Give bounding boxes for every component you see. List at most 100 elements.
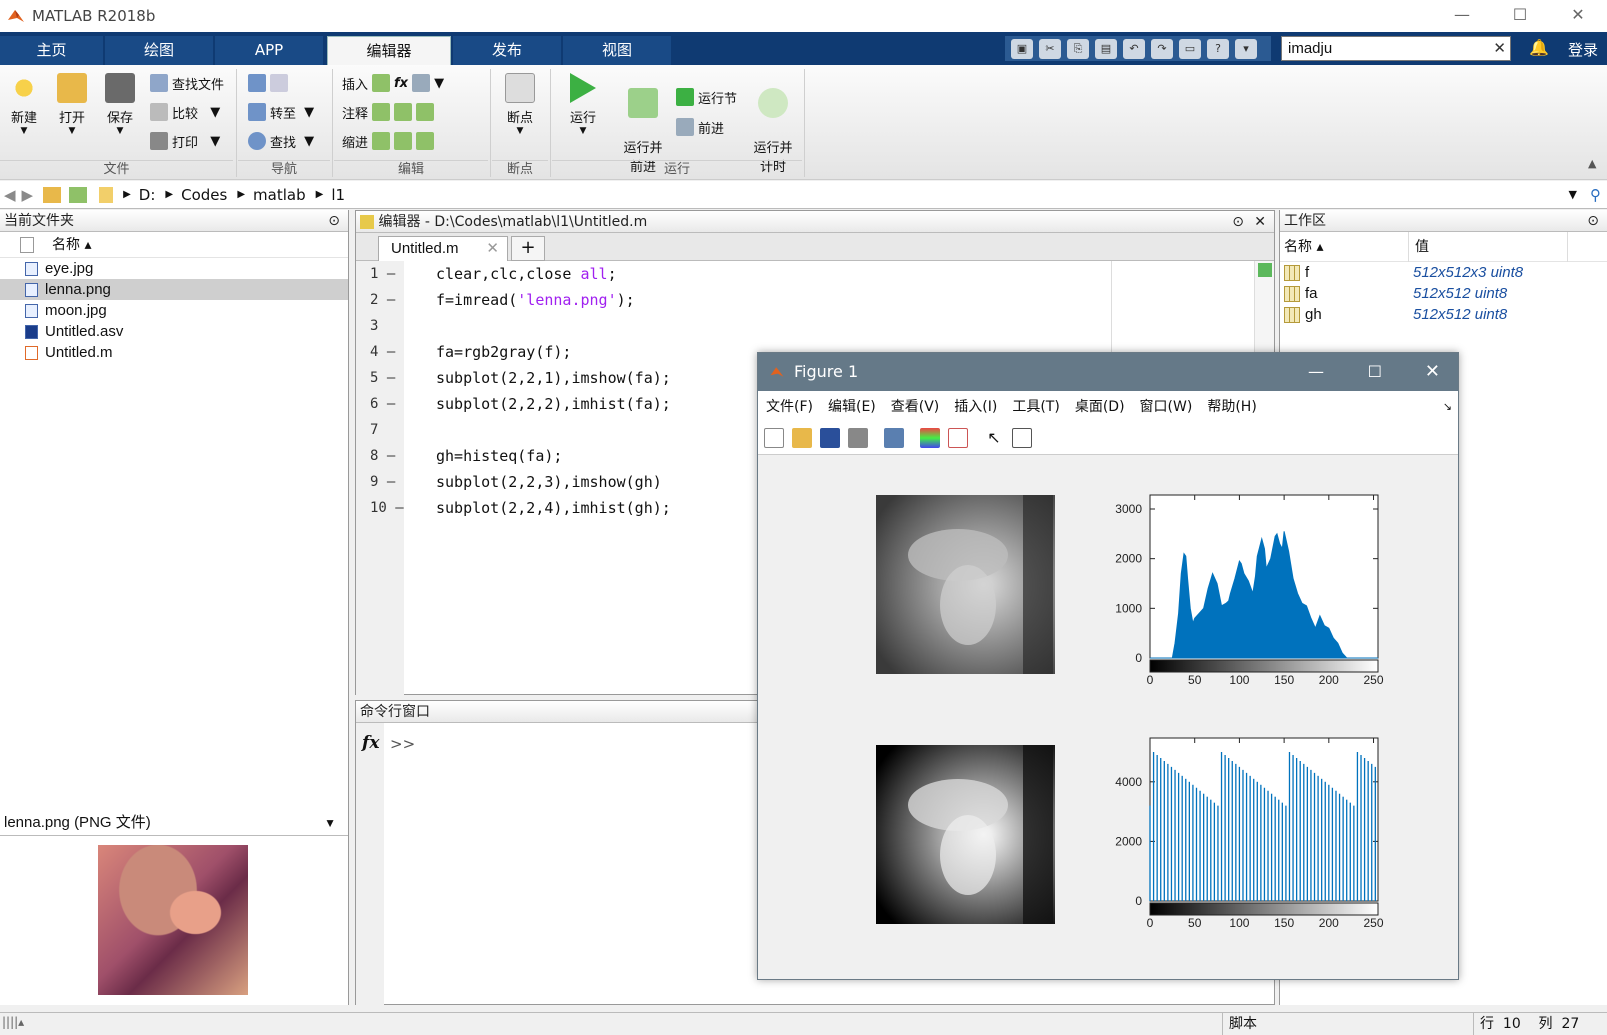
line-number[interactable]: 7 [356,417,404,443]
tab-view[interactable]: 视图 [563,36,671,65]
new-tab-button[interactable]: + [511,236,545,261]
code-line[interactable]: fa=rgb2gray(f); [436,339,671,365]
maximize-icon[interactable]: ☐ [1491,0,1549,32]
list-item[interactable]: eye.jpg [0,258,348,279]
code-line[interactable] [436,313,671,339]
line-number[interactable]: 3 [356,313,404,339]
link-plot-icon[interactable] [884,427,904,448]
browse-folder-icon[interactable] [69,186,88,203]
menu-edit[interactable]: 编辑(E) [828,396,876,416]
cut-icon[interactable]: ✂ [1039,38,1061,59]
line-number[interactable]: 5 — [356,365,404,391]
menu-view[interactable]: 查看(V) [891,396,940,416]
code-line[interactable]: gh=histeq(fa); [436,443,671,469]
column-header-value[interactable]: 值 [1408,232,1429,262]
list-item[interactable]: lenna.png [0,279,348,300]
menu-desktop[interactable]: 桌面(D) [1075,396,1125,416]
back-forward-buttons[interactable] [248,71,288,95]
column-header-name[interactable]: 名称 ▴ [0,232,348,258]
property-editor-icon[interactable] [1012,427,1032,448]
code-line[interactable]: subplot(2,2,1),imshow(fa); [436,365,671,391]
open-file-icon[interactable] [792,427,812,448]
column-header-name[interactable]: 名称 ▴ [1284,232,1323,262]
insert-button[interactable]: 插入 fx ▼ [342,71,444,95]
list-item[interactable]: Untitled.asv [0,321,348,342]
tab-apps[interactable]: APP [215,36,323,65]
line-number[interactable]: 1 — [356,261,404,287]
code-line[interactable]: subplot(2,2,3),imshow(gh) [436,469,671,495]
dropdown-icon[interactable]: ▾ [1235,38,1257,59]
search-folder-icon[interactable]: ⚲ [1590,186,1601,204]
save-icon[interactable]: ▣ [1011,38,1033,59]
tab-publish[interactable]: 发布 [453,36,561,65]
close-editor-icon[interactable]: ✕ [1254,211,1266,233]
editor-file-tab[interactable]: Untitled.m ✕ [378,236,508,261]
list-item[interactable]: moon.jpg [0,300,348,321]
menu-insert[interactable]: 插入(I) [954,396,997,416]
dock-arrow-icon[interactable]: ↘ [1443,400,1452,413]
clear-search-icon[interactable]: ✕ [1493,37,1506,60]
menu-tools[interactable]: 工具(T) [1012,396,1059,416]
run-button[interactable]: 运行 ▼ [563,73,603,136]
panel-menu-icon[interactable]: ⊙ [1587,210,1599,232]
legend-icon[interactable] [948,427,968,448]
fx-icon[interactable]: fx [362,733,379,753]
line-number[interactable]: 6 — [356,391,404,417]
panel-menu-icon[interactable]: ⊙ [328,210,340,232]
save-button[interactable]: 保存 ▼ [102,73,138,136]
back-icon[interactable]: ◀ [4,186,16,204]
list-item[interactable]: Untitled.m [0,342,348,363]
arrow-cursor-icon[interactable]: ↖ [984,428,1004,448]
menu-help[interactable]: 帮助(H) [1207,396,1256,416]
path-segment[interactable]: matlab [253,186,306,204]
line-number[interactable]: 8 — [356,443,404,469]
code-line[interactable] [436,417,671,443]
close-icon[interactable]: ✕ [1425,353,1440,391]
bell-icon[interactable]: 🔔 [1529,38,1549,57]
search-documentation-input[interactable]: imadju ✕ [1281,36,1511,61]
forward-icon[interactable]: ▶ [22,186,34,204]
path-dropdown-icon[interactable]: ▼ [1569,188,1577,201]
variable-row[interactable]: f 512x512x3 uint8 [1280,262,1607,283]
paste-icon[interactable]: ▤ [1095,38,1117,59]
code-line[interactable]: subplot(2,2,2),imhist(fa); [436,391,671,417]
panel-menu-icon[interactable]: ⊙ [1232,211,1244,233]
line-number[interactable]: 2 — [356,287,404,313]
code-line[interactable]: clear,clc,close all; [436,261,671,287]
print-figure-icon[interactable] [848,427,868,448]
minimize-icon[interactable]: — [1308,353,1324,391]
colorbar-icon[interactable] [920,427,940,448]
find-files-button[interactable]: 查找文件 [150,71,224,95]
new-button[interactable]: 新建 ▼ [6,73,42,136]
undo-icon[interactable]: ↶ [1123,38,1145,59]
tab-home[interactable]: 主页 [0,36,103,65]
tab-editor[interactable]: 编辑器 [327,36,451,65]
comment-button[interactable]: 注释 [342,100,435,124]
code-line[interactable]: f=imread('lenna.png'); [436,287,671,313]
maximize-icon[interactable]: ☐ [1368,353,1382,391]
chevron-down-icon[interactable]: ▼ [324,810,336,836]
up-folder-icon[interactable] [43,186,62,203]
menu-file[interactable]: 文件(F) [766,396,813,416]
tab-plots[interactable]: 绘图 [105,36,213,65]
indent-button[interactable]: 缩进 [342,129,435,153]
path-segment[interactable]: l1 [331,186,345,204]
compare-button[interactable]: 比较 ▼ [150,100,220,124]
print-button[interactable]: 打印 ▼ [150,129,220,153]
login-link[interactable]: 登录 [1568,39,1598,60]
save-figure-icon[interactable] [820,427,840,448]
open-button[interactable]: 打开 ▼ [54,73,90,136]
new-figure-icon[interactable] [764,427,784,448]
code-area[interactable]: clear,clc,close all; f=imread('lenna.png'… [436,261,671,521]
breakpoints-button[interactable]: 断点 ▼ [500,73,540,136]
code-line[interactable]: subplot(2,2,4),imhist(gh); [436,495,671,521]
variable-row[interactable]: gh 512x512 uint8 [1280,304,1607,325]
find-button[interactable]: 查找 ▼ [248,129,314,153]
copy-icon[interactable]: ⎘ [1067,38,1089,59]
line-number[interactable]: 4 — [356,339,404,365]
line-number[interactable]: 10 — [356,495,404,521]
variable-row[interactable]: fa 512x512 uint8 [1280,283,1607,304]
close-icon[interactable]: ✕ [1549,0,1607,32]
switch-windows-icon[interactable]: ▭ [1179,38,1201,59]
minimize-icon[interactable]: — [1433,0,1491,32]
